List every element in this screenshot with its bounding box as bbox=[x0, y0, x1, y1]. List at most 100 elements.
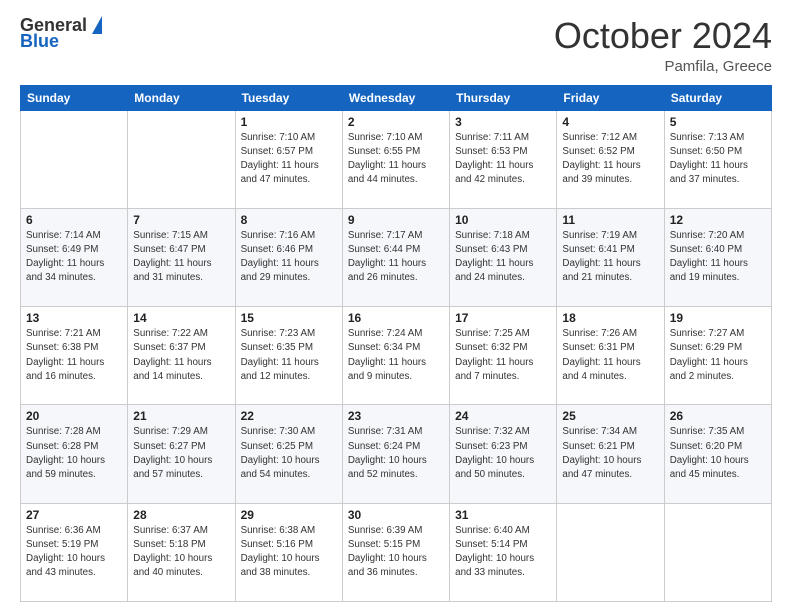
day-info: Sunrise: 6:37 AM Sunset: 5:18 PM Dayligh… bbox=[133, 524, 229, 581]
day-cell: 5 Sunrise: 7:13 AM Sunset: 6:50 PM Daylig… bbox=[664, 110, 771, 208]
day-number: 29 bbox=[241, 508, 337, 522]
day-info: Sunrise: 7:29 AM Sunset: 6:27 PM Dayligh… bbox=[133, 425, 229, 482]
day-cell: 26 Sunrise: 7:35 AM Sunset: 6:20 PM Dayli… bbox=[664, 405, 771, 503]
header-day-thursday: Thursday bbox=[450, 85, 557, 110]
day-cell: 8 Sunrise: 7:16 AM Sunset: 6:46 PM Daylig… bbox=[235, 208, 342, 306]
day-cell: 25 Sunrise: 7:34 AM Sunset: 6:21 PM Dayli… bbox=[557, 405, 664, 503]
day-info: Sunrise: 7:14 AM Sunset: 6:49 PM Dayligh… bbox=[26, 229, 122, 286]
day-info: Sunrise: 7:16 AM Sunset: 6:46 PM Dayligh… bbox=[241, 229, 337, 286]
day-number: 19 bbox=[670, 311, 766, 325]
day-info: Sunrise: 7:12 AM Sunset: 6:52 PM Dayligh… bbox=[562, 131, 658, 188]
day-info: Sunrise: 7:26 AM Sunset: 6:31 PM Dayligh… bbox=[562, 327, 658, 384]
week-row-5: 27 Sunrise: 6:36 AM Sunset: 5:19 PM Dayli… bbox=[21, 503, 772, 601]
day-info: Sunrise: 7:34 AM Sunset: 6:21 PM Dayligh… bbox=[562, 425, 658, 482]
day-cell bbox=[557, 503, 664, 601]
day-number: 28 bbox=[133, 508, 229, 522]
day-info: Sunrise: 7:31 AM Sunset: 6:24 PM Dayligh… bbox=[348, 425, 444, 482]
day-info: Sunrise: 7:13 AM Sunset: 6:50 PM Dayligh… bbox=[670, 131, 766, 188]
day-number: 25 bbox=[562, 409, 658, 423]
day-cell: 19 Sunrise: 7:27 AM Sunset: 6:29 PM Dayli… bbox=[664, 307, 771, 405]
header-day-friday: Friday bbox=[557, 85, 664, 110]
week-row-4: 20 Sunrise: 7:28 AM Sunset: 6:28 PM Dayli… bbox=[21, 405, 772, 503]
month-title: October 2024 bbox=[554, 16, 772, 56]
day-info: Sunrise: 6:38 AM Sunset: 5:16 PM Dayligh… bbox=[241, 524, 337, 581]
day-cell: 2 Sunrise: 7:10 AM Sunset: 6:55 PM Daylig… bbox=[342, 110, 449, 208]
header-day-sunday: Sunday bbox=[21, 85, 128, 110]
day-number: 16 bbox=[348, 311, 444, 325]
day-number: 5 bbox=[670, 115, 766, 129]
title-area: October 2024 Pamfila, Greece bbox=[554, 16, 772, 75]
day-number: 14 bbox=[133, 311, 229, 325]
day-number: 1 bbox=[241, 115, 337, 129]
week-row-3: 13Sunrise: 7:21 AM Sunset: 6:38 PM Dayli… bbox=[21, 307, 772, 405]
day-number: 24 bbox=[455, 409, 551, 423]
day-number: 30 bbox=[348, 508, 444, 522]
day-cell: 28 Sunrise: 6:37 AM Sunset: 5:18 PM Dayli… bbox=[128, 503, 235, 601]
header-day-tuesday: Tuesday bbox=[235, 85, 342, 110]
day-info: Sunrise: 7:23 AM Sunset: 6:35 PM Dayligh… bbox=[241, 327, 337, 384]
day-cell: 27 Sunrise: 6:36 AM Sunset: 5:19 PM Dayli… bbox=[21, 503, 128, 601]
location-subtitle: Pamfila, Greece bbox=[554, 58, 772, 75]
day-info: Sunrise: 7:25 AM Sunset: 6:32 PM Dayligh… bbox=[455, 327, 551, 384]
day-cell: 31 Sunrise: 6:40 AM Sunset: 5:14 PM Dayli… bbox=[450, 503, 557, 601]
day-number: 15 bbox=[241, 311, 337, 325]
day-number: 7 bbox=[133, 213, 229, 227]
day-info: Sunrise: 7:18 AM Sunset: 6:43 PM Dayligh… bbox=[455, 229, 551, 286]
day-number: 26 bbox=[670, 409, 766, 423]
logo-triangle-icon bbox=[92, 16, 102, 34]
day-cell: 1 Sunrise: 7:10 AM Sunset: 6:57 PM Daylig… bbox=[235, 110, 342, 208]
day-number: 4 bbox=[562, 115, 658, 129]
day-info: Sunrise: 7:15 AM Sunset: 6:47 PM Dayligh… bbox=[133, 229, 229, 286]
day-number: 20 bbox=[26, 409, 122, 423]
day-info: Sunrise: 7:28 AM Sunset: 6:28 PM Dayligh… bbox=[26, 425, 122, 482]
day-cell bbox=[128, 110, 235, 208]
day-info: Sunrise: 7:22 AM Sunset: 6:37 PM Dayligh… bbox=[133, 327, 229, 384]
day-number: 27 bbox=[26, 508, 122, 522]
day-cell: 3 Sunrise: 7:11 AM Sunset: 6:53 PM Daylig… bbox=[450, 110, 557, 208]
day-info: Sunrise: 6:40 AM Sunset: 5:14 PM Dayligh… bbox=[455, 524, 551, 581]
day-info: Sunrise: 7:20 AM Sunset: 6:40 PM Dayligh… bbox=[670, 229, 766, 286]
day-info: Sunrise: 7:19 AM Sunset: 6:41 PM Dayligh… bbox=[562, 229, 658, 286]
calendar-table: SundayMondayTuesdayWednesdayThursdayFrid… bbox=[20, 85, 772, 602]
day-info: Sunrise: 6:36 AM Sunset: 5:19 PM Dayligh… bbox=[26, 524, 122, 581]
day-number: 23 bbox=[348, 409, 444, 423]
day-cell: 30Sunrise: 6:39 AM Sunset: 5:15 PM Dayli… bbox=[342, 503, 449, 601]
day-cell: 29 Sunrise: 6:38 AM Sunset: 5:16 PM Dayli… bbox=[235, 503, 342, 601]
day-number: 8 bbox=[241, 213, 337, 227]
day-cell: 7 Sunrise: 7:15 AM Sunset: 6:47 PM Daylig… bbox=[128, 208, 235, 306]
day-cell: 6Sunrise: 7:14 AM Sunset: 6:49 PM Daylig… bbox=[21, 208, 128, 306]
day-number: 2 bbox=[348, 115, 444, 129]
calendar-body: 1 Sunrise: 7:10 AM Sunset: 6:57 PM Daylig… bbox=[21, 110, 772, 601]
week-row-1: 1 Sunrise: 7:10 AM Sunset: 6:57 PM Daylig… bbox=[21, 110, 772, 208]
day-number: 9 bbox=[348, 213, 444, 227]
day-cell: 22Sunrise: 7:30 AM Sunset: 6:25 PM Dayli… bbox=[235, 405, 342, 503]
day-cell: 4 Sunrise: 7:12 AM Sunset: 6:52 PM Daylig… bbox=[557, 110, 664, 208]
day-cell: 21 Sunrise: 7:29 AM Sunset: 6:27 PM Dayli… bbox=[128, 405, 235, 503]
header-day-wednesday: Wednesday bbox=[342, 85, 449, 110]
day-info: Sunrise: 7:10 AM Sunset: 6:57 PM Dayligh… bbox=[241, 131, 337, 188]
day-cell: 18Sunrise: 7:26 AM Sunset: 6:31 PM Dayli… bbox=[557, 307, 664, 405]
day-number: 22 bbox=[241, 409, 337, 423]
day-number: 11 bbox=[562, 213, 658, 227]
day-cell: 24Sunrise: 7:32 AM Sunset: 6:23 PM Dayli… bbox=[450, 405, 557, 503]
day-info: Sunrise: 7:27 AM Sunset: 6:29 PM Dayligh… bbox=[670, 327, 766, 384]
day-number: 31 bbox=[455, 508, 551, 522]
day-info: Sunrise: 7:35 AM Sunset: 6:20 PM Dayligh… bbox=[670, 425, 766, 482]
day-cell: 17Sunrise: 7:25 AM Sunset: 6:32 PM Dayli… bbox=[450, 307, 557, 405]
day-cell bbox=[664, 503, 771, 601]
day-cell: 12 Sunrise: 7:20 AM Sunset: 6:40 PM Dayli… bbox=[664, 208, 771, 306]
day-info: Sunrise: 7:10 AM Sunset: 6:55 PM Dayligh… bbox=[348, 131, 444, 188]
day-cell: 13Sunrise: 7:21 AM Sunset: 6:38 PM Dayli… bbox=[21, 307, 128, 405]
day-cell: 9 Sunrise: 7:17 AM Sunset: 6:44 PM Daylig… bbox=[342, 208, 449, 306]
day-cell bbox=[21, 110, 128, 208]
day-info: Sunrise: 7:17 AM Sunset: 6:44 PM Dayligh… bbox=[348, 229, 444, 286]
day-cell: 20 Sunrise: 7:28 AM Sunset: 6:28 PM Dayli… bbox=[21, 405, 128, 503]
day-number: 21 bbox=[133, 409, 229, 423]
day-cell: 11 Sunrise: 7:19 AM Sunset: 6:41 PM Dayli… bbox=[557, 208, 664, 306]
day-cell: 10Sunrise: 7:18 AM Sunset: 6:43 PM Dayli… bbox=[450, 208, 557, 306]
week-row-2: 6Sunrise: 7:14 AM Sunset: 6:49 PM Daylig… bbox=[21, 208, 772, 306]
day-number: 3 bbox=[455, 115, 551, 129]
day-number: 12 bbox=[670, 213, 766, 227]
day-info: Sunrise: 7:11 AM Sunset: 6:53 PM Dayligh… bbox=[455, 131, 551, 188]
day-cell: 23 Sunrise: 7:31 AM Sunset: 6:24 PM Dayli… bbox=[342, 405, 449, 503]
